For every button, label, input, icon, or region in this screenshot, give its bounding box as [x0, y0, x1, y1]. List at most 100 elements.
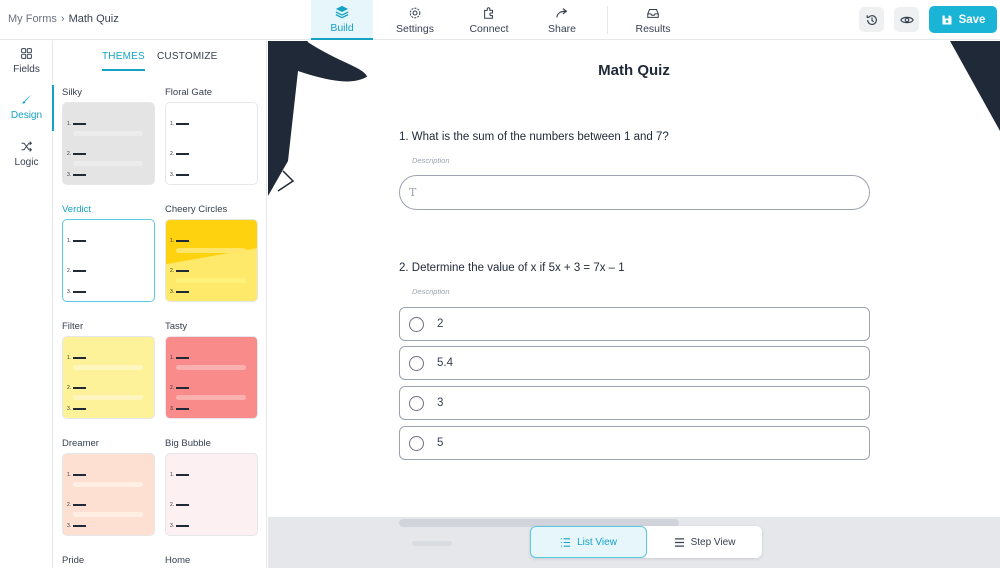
rail-fields-label: Fields — [13, 64, 40, 75]
rail-design-label: Design — [10, 110, 43, 121]
theme-name-silky: Silky — [62, 87, 83, 98]
card-field — [176, 278, 246, 283]
radio-circle[interactable] — [409, 396, 424, 411]
tab-share[interactable]: Share — [535, 0, 589, 40]
step-view-button[interactable]: Step View — [647, 526, 762, 558]
layers-icon — [335, 5, 349, 18]
rail-logic[interactable]: Logic — [0, 140, 53, 168]
card-line: 2. — [170, 151, 190, 157]
card-line: 1. — [67, 238, 87, 244]
card-line: 3. — [170, 523, 190, 529]
theme-name-verdict: Verdict — [62, 204, 92, 215]
radio-circle[interactable] — [409, 356, 424, 371]
rail-design[interactable]: Design — [0, 93, 53, 121]
breadcrumb-current: Math Quiz — [68, 13, 119, 25]
rail-logic-label: Logic — [14, 157, 39, 168]
card-line: 1. — [67, 121, 87, 127]
option-3[interactable]: 3 — [399, 386, 870, 420]
theme-card-dreamer[interactable]: 1. 2. 3. — [62, 453, 155, 536]
card-line: 2. — [67, 385, 87, 391]
history-icon — [866, 14, 877, 25]
top-bar: My Forms › Math Quiz Build Settings Conn… — [0, 0, 1000, 40]
theme-card-tasty[interactable]: 1. 2. 3. — [165, 336, 258, 419]
theme-name-big-bubble: Big Bubble — [165, 438, 211, 449]
eye-icon — [899, 16, 914, 23]
card-line: 1. — [170, 355, 190, 361]
preview-button[interactable] — [894, 7, 919, 32]
card-field — [73, 365, 143, 370]
card-line: 3. — [170, 172, 190, 178]
tab-build-label: Build — [330, 21, 354, 34]
card-line: 2. — [170, 502, 190, 508]
card-field — [73, 482, 143, 487]
card-field — [73, 161, 143, 166]
tab-results-label: Results — [635, 22, 671, 35]
share-arrow-icon — [556, 7, 568, 18]
list-view-button[interactable]: List View — [530, 526, 647, 558]
question-1-description[interactable]: Description — [412, 156, 450, 165]
card-line: 3. — [67, 523, 87, 529]
theme-card-big-bubble[interactable]: 1. 2. 3. — [165, 453, 258, 536]
question-2-title[interactable]: 2. Determine the value of x if 5x + 3 = … — [399, 262, 625, 274]
radio-circle[interactable] — [409, 436, 424, 451]
theme-panel: THEMES CUSTOMIZE Silky Floral Gate 1. 2.… — [54, 41, 267, 568]
theme-card-cheery-circles[interactable]: 1. 2. 3. — [165, 219, 258, 302]
card-field — [73, 512, 143, 517]
step-icon — [674, 537, 684, 547]
card-line: 1. — [170, 121, 190, 127]
card-line: 3. — [67, 406, 87, 412]
theme-card-verdict[interactable]: 1. 2. 3. — [62, 219, 155, 302]
theme-name-tasty: Tasty — [165, 321, 188, 332]
tab-settings[interactable]: Settings — [388, 0, 442, 40]
tab-themes[interactable]: THEMES — [102, 51, 145, 71]
left-rail: Fields Design Logic — [0, 41, 54, 568]
theme-card-silky[interactable]: 1. 2. 3. — [62, 102, 155, 185]
next-description-blurred — [412, 541, 452, 546]
rail-fields[interactable]: Fields — [0, 47, 53, 75]
step-view-label: Step View — [690, 536, 736, 548]
option-2[interactable]: 5.4 — [399, 346, 870, 380]
history-button[interactable] — [859, 7, 884, 32]
save-button[interactable]: Save — [929, 6, 997, 33]
text-type-icon: T — [409, 186, 417, 199]
tab-connect-label: Connect — [469, 22, 509, 35]
option-2-label: 5.4 — [437, 357, 453, 369]
card-line: 3. — [67, 172, 87, 178]
option-3-label: 3 — [437, 397, 444, 409]
list-icon — [560, 537, 571, 547]
card-line: 2. — [67, 151, 87, 157]
card-line: 1. — [67, 355, 87, 361]
breadcrumb: My Forms › Math Quiz — [8, 13, 119, 25]
card-line: 1. — [67, 472, 87, 478]
option-4-label: 5 — [437, 437, 444, 449]
question-1-text-input[interactable]: T — [399, 175, 870, 210]
card-line: 2. — [67, 502, 87, 508]
theme-card-filter[interactable]: 1. 2. 3. — [62, 336, 155, 419]
card-line: 2. — [170, 385, 190, 391]
breadcrumb-my-forms[interactable]: My Forms — [8, 13, 57, 25]
tab-connect[interactable]: Connect — [462, 0, 516, 40]
form-title[interactable]: Math Quiz — [268, 62, 1000, 79]
question-1-title[interactable]: 1. What is the sum of the numbers betwee… — [399, 131, 669, 143]
list-view-label: List View — [577, 536, 617, 548]
theme-name-dreamer: Dreamer — [62, 438, 99, 449]
tab-customize[interactable]: CUSTOMIZE — [157, 51, 218, 62]
tab-build[interactable]: Build — [311, 0, 373, 40]
theme-name-pride: Pride — [62, 555, 85, 566]
breadcrumb-separator: › — [60, 13, 65, 25]
nav-divider — [607, 6, 608, 34]
option-1[interactable]: 2 — [399, 307, 870, 341]
card-field — [73, 395, 143, 400]
option-1-label: 2 — [437, 318, 444, 330]
gear-icon — [409, 7, 421, 18]
theme-card-floral-gate[interactable]: 1. 2. 3. — [165, 102, 258, 185]
theme-name-home: Home — [165, 555, 191, 566]
question-2-description[interactable]: Description — [412, 287, 450, 296]
tab-results[interactable]: Results — [626, 0, 680, 40]
radio-circle[interactable] — [409, 317, 424, 332]
card-line: 1. — [170, 238, 190, 244]
card-line: 3. — [67, 289, 87, 295]
card-field — [176, 365, 246, 370]
tab-share-label: Share — [547, 22, 577, 35]
option-4[interactable]: 5 — [399, 426, 870, 460]
